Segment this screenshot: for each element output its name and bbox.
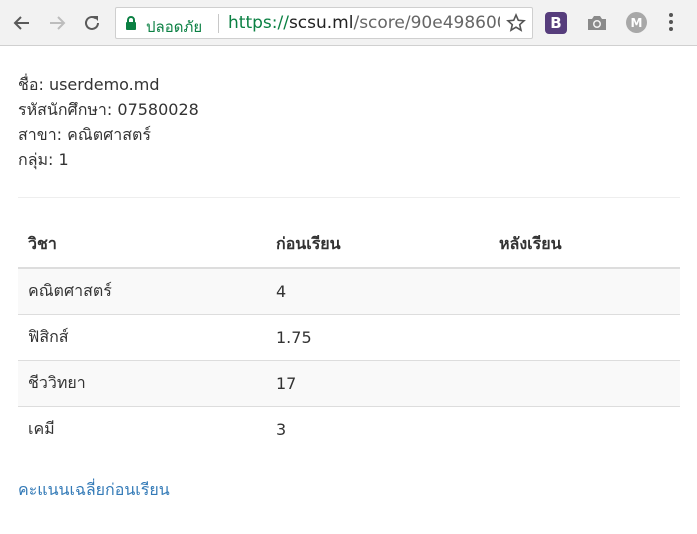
score-after-cell [489,360,680,407]
subject-cell: เคมี [18,406,266,452]
table-row: ชีววิทยา 17 [18,360,680,407]
score-after-cell [489,267,680,315]
table-header-row: วิชา ก่อนเรียน หลังเรียน [18,222,680,269]
subject-cell: ฟิสิกส์ [18,314,266,361]
arrow-left-icon [13,16,29,30]
browser-toolbar: ปลอดภัย https://scsu.ml/score/90e4986004… [0,0,697,46]
subject-cell: คณิตศาสตร์ [18,267,266,315]
score-before-cell: 1.75 [266,314,489,361]
subject-cell: ชีววิทยา [18,360,266,407]
table-row: คณิตศาสตร์ 4 [18,267,680,315]
camera-icon [588,16,606,30]
student-name: ชื่อ: userdemo.md [18,75,160,94]
address-separator [218,14,219,33]
table-row: ฟิสิกส์ 1.75 [18,314,680,361]
reload-icon [85,15,99,30]
bookmark-star-icon[interactable] [506,13,526,33]
bootstrap-extension-icon[interactable]: B [545,12,567,34]
extension-b-label: B [550,14,562,32]
url-host: scsu.ml [288,13,354,33]
secure-label: ปลอดภัย [146,18,203,36]
url-text[interactable]: https://scsu.ml/score/90e4986004b [228,13,500,33]
address-bar[interactable]: ปลอดภัย https://scsu.ml/score/90e4986004… [115,7,533,39]
reload-button[interactable] [78,9,106,37]
m-extension-icon[interactable]: M [626,12,647,33]
forward-button[interactable] [43,9,71,37]
score-before-cell: 4 [266,267,489,315]
lock-icon [126,16,136,30]
more-vert-icon[interactable] [668,12,674,32]
student-group: กลุ่ม: 1 [18,150,69,169]
score-before-cell: 3 [266,406,489,452]
extension-m-label: M [630,15,643,30]
header-after: หลังเรียน [489,222,680,269]
average-before-link[interactable]: คะแนนเฉลี่ยก่อนเรียน [18,478,170,503]
divider [18,197,680,198]
header-subject: วิชา [18,222,266,269]
camera-extension-icon[interactable] [586,12,608,34]
url-scheme: https:// [228,13,289,33]
table-row: เคมี 3 [18,406,680,452]
back-button[interactable] [8,9,36,37]
score-after-cell [489,406,680,452]
score-table: วิชา ก่อนเรียน หลังเรียน คณิตศาสตร์ 4 ฟิ… [18,222,680,452]
student-major: สาขา: คณิตศาสตร์ [18,125,151,144]
url-path: /score/90e4986004b [353,13,500,33]
score-after-cell [489,314,680,361]
arrow-right-icon [50,16,66,30]
student-id: รหัสนักศึกษา: 07580028 [18,100,199,119]
header-before: ก่อนเรียน [266,222,489,269]
score-before-cell: 17 [266,360,489,407]
student-info: ชื่อ: userdemo.md รหัสนักศึกษา: 07580028… [18,72,199,172]
